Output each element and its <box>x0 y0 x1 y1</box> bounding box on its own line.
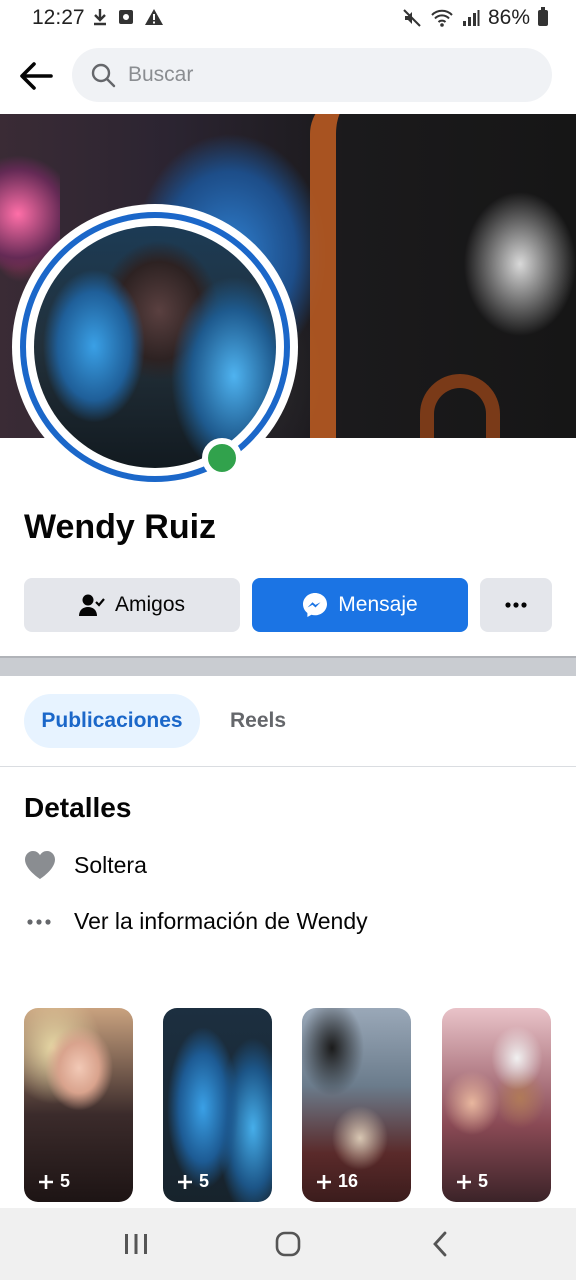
battery-icon <box>538 7 548 26</box>
more-dots-icon <box>27 918 51 925</box>
details-heading: Detalles <box>24 792 132 823</box>
search-icon <box>91 63 116 88</box>
arrow-left-icon <box>20 62 53 90</box>
relationship-text: Soltera <box>74 851 147 878</box>
wifi-icon <box>431 9 453 27</box>
search-bar[interactable] <box>72 48 552 102</box>
detail-relationship: Soltera <box>24 850 147 880</box>
story-count: 16 <box>316 1171 358 1192</box>
mute-icon <box>403 9 421 27</box>
story-count-number: 16 <box>338 1171 359 1191</box>
friend-check-icon <box>78 594 105 616</box>
more-icon <box>505 602 527 608</box>
story-thumbnail[interactable]: 5 <box>163 1008 272 1202</box>
messenger-icon <box>303 593 328 617</box>
friends-button[interactable]: Amigos <box>24 578 240 632</box>
status-bar: 12:27 86% <box>0 0 576 36</box>
status-left-icons <box>92 8 164 26</box>
plus-icon <box>317 1174 331 1189</box>
home-button[interactable] <box>258 1219 318 1269</box>
see-info-text: Ver la información de Wendy <box>74 908 368 934</box>
tab-posts[interactable]: Publicaciones <box>24 694 200 748</box>
plus-icon <box>39 1174 53 1189</box>
message-button[interactable]: Mensaje <box>252 578 468 632</box>
status-right: 86% <box>402 6 548 30</box>
plus-icon <box>178 1174 192 1189</box>
online-status-indicator <box>202 438 242 478</box>
battery-percent: 86% <box>487 6 530 29</box>
featured-stories: 5 5 16 5 <box>24 1008 552 1202</box>
see-info-link[interactable]: Ver la información de Wendy <box>24 908 368 935</box>
message-label: Mensaje <box>338 593 418 616</box>
recent-apps-icon <box>125 1234 147 1254</box>
profile-avatar[interactable] <box>12 204 298 490</box>
heart-icon <box>25 851 55 879</box>
status-time: 12:27 <box>32 6 85 29</box>
system-nav-bar <box>0 1208 576 1280</box>
signal-icon <box>462 10 480 26</box>
friends-label: Amigos <box>114 593 186 616</box>
story-thumbnail[interactable]: 5 <box>24 1008 133 1202</box>
tabs-divider <box>0 766 576 767</box>
back-button[interactable] <box>14 54 58 98</box>
plus-icon <box>457 1174 471 1189</box>
section-divider <box>0 656 576 676</box>
top-bar <box>0 36 576 114</box>
more-options-button[interactable] <box>480 578 552 632</box>
download-icon <box>94 9 106 26</box>
back-nav-button[interactable] <box>410 1219 470 1269</box>
story-count-number: 5 <box>478 1171 489 1191</box>
story-count-number: 5 <box>199 1171 210 1191</box>
story-count: 5 <box>177 1171 209 1192</box>
avatar-image <box>34 226 276 468</box>
story-thumbnail[interactable]: 16 <box>302 1008 411 1202</box>
home-icon <box>275 1231 301 1257</box>
story-count: 5 <box>38 1171 70 1192</box>
story-thumbnail[interactable]: 5 <box>442 1008 551 1202</box>
search-input[interactable] <box>128 63 508 87</box>
warning-icon <box>145 9 163 25</box>
tab-reels[interactable]: Reels <box>212 694 304 748</box>
recent-apps-button[interactable] <box>106 1219 166 1269</box>
screenshot-icon <box>119 10 133 24</box>
story-count-number: 5 <box>60 1171 71 1191</box>
story-count: 5 <box>456 1171 488 1192</box>
chevron-left-icon <box>433 1231 447 1257</box>
profile-name: Wendy Ruiz <box>24 508 217 546</box>
